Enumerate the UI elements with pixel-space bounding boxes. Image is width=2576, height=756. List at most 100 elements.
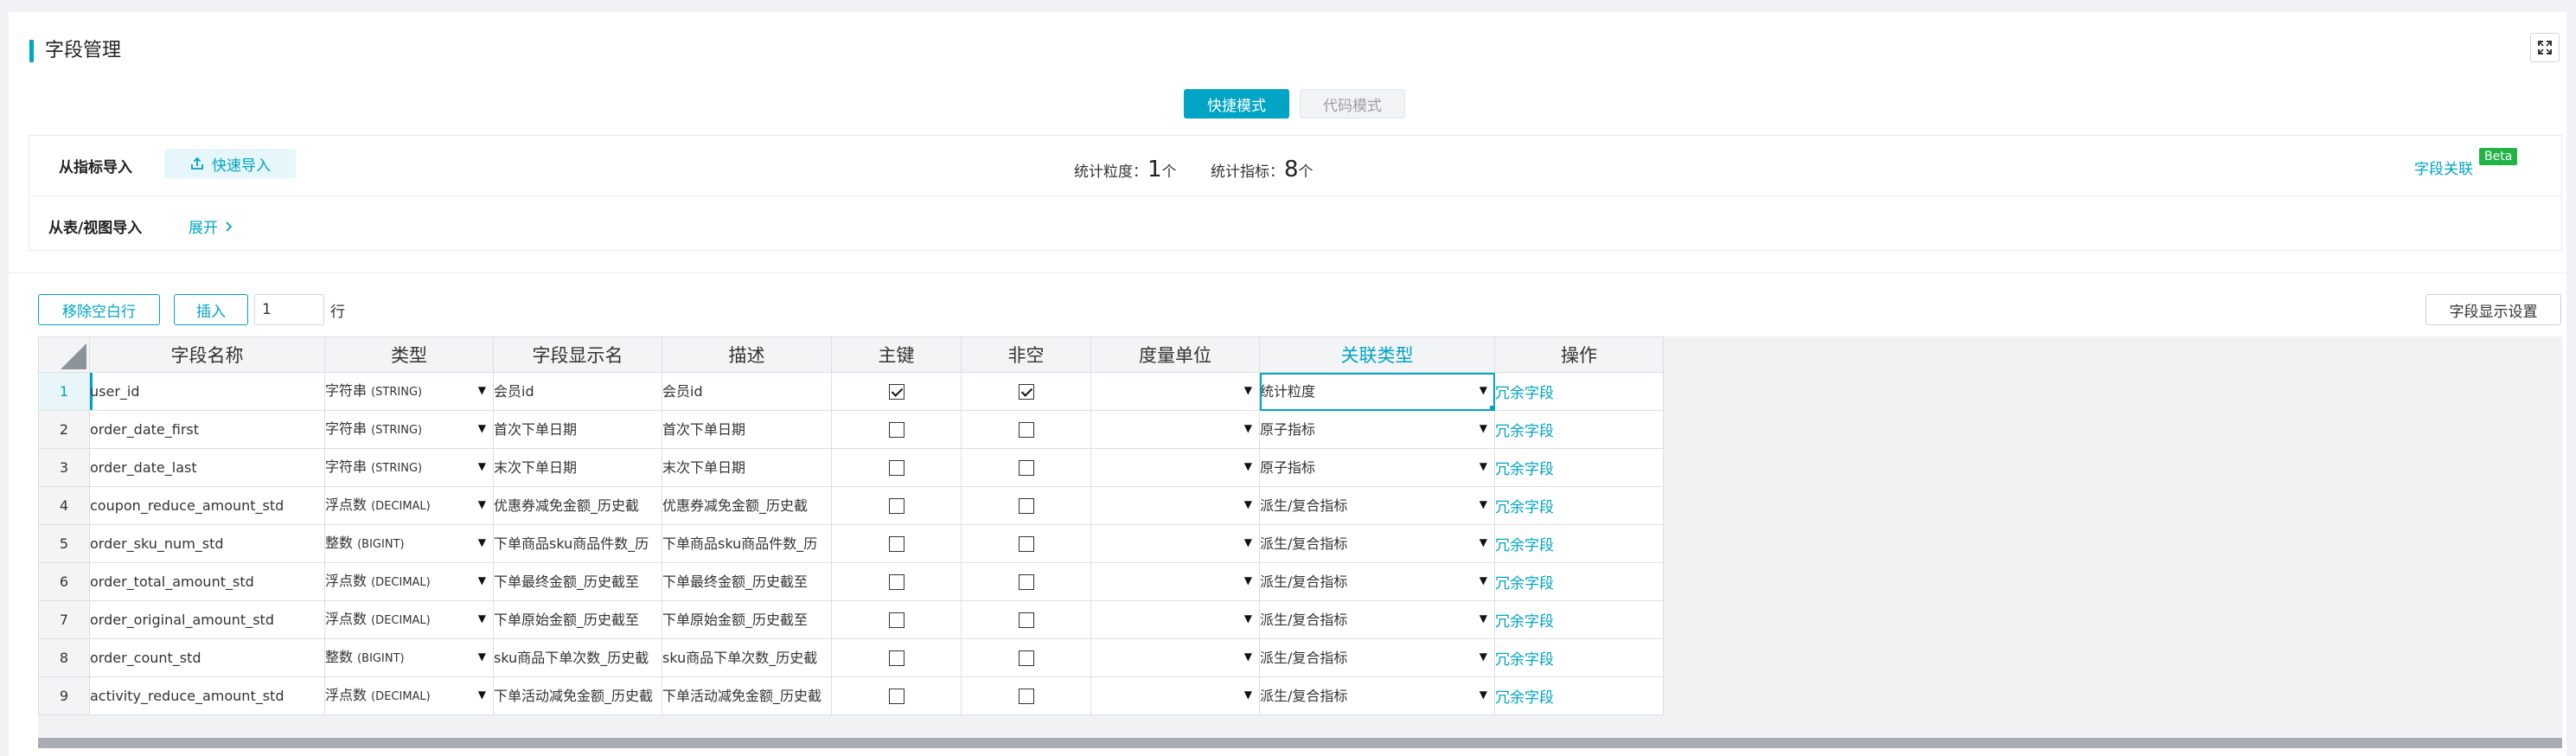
not-null-checkbox[interactable] <box>1018 689 1034 705</box>
remove-empty-rows-button[interactable]: 移除空白行 <box>38 294 160 325</box>
not-null-checkbox[interactable] <box>1018 384 1034 400</box>
display-name-cell[interactable]: 优惠券减免金额_历史截 <box>493 486 662 525</box>
row-number[interactable]: 4 <box>38 486 90 525</box>
column-header-active[interactable]: 关联类型 <box>1259 336 1495 373</box>
expand-link[interactable]: 展开 <box>189 215 233 237</box>
column-header[interactable]: 非空 <box>961 336 1091 373</box>
redundant-field-link[interactable]: 冗余字段 <box>1496 651 1555 669</box>
field-relation-link[interactable]: 字段关联 <box>2414 157 2473 178</box>
unit-select[interactable]: ▼ <box>1090 562 1260 601</box>
relation-type-select[interactable]: 派生/复合指标 ▼ <box>1259 486 1495 525</box>
primary-key-checkbox[interactable] <box>888 384 904 400</box>
description-cell[interactable]: 下单原始金额_历史截至 <box>662 600 832 639</box>
not-null-checkbox[interactable] <box>1018 650 1034 667</box>
primary-key-checkbox[interactable] <box>888 689 904 705</box>
description-cell[interactable]: 下单活动减免金额_历史截 <box>662 676 832 715</box>
relation-type-select[interactable]: 派生/复合指标 ▼ <box>1259 638 1495 677</box>
display-name-cell[interactable]: 下单最终金额_历史截至 <box>493 562 662 601</box>
column-header[interactable]: 字段显示名 <box>493 336 662 373</box>
column-header[interactable]: 类型 <box>324 336 494 373</box>
redundant-field-link[interactable]: 冗余字段 <box>1496 423 1555 440</box>
relation-type-select[interactable]: 统计粒度 ▼ <box>1259 372 1495 411</box>
table-row[interactable]: 8 order_count_std 整数 (BIGINT) ▼ sku商品下单次数_历史… <box>38 638 1664 677</box>
table-row[interactable]: 6 order_total_amount_std 浮点数 (DECIMAL) ▼ 下单最… <box>38 562 1664 601</box>
not-null-checkbox[interactable] <box>1018 498 1034 515</box>
unit-select[interactable]: ▼ <box>1090 448 1260 487</box>
type-select[interactable]: 字符串 (STRING) ▼ <box>324 448 494 487</box>
field-name-cell[interactable]: order_original_amount_std <box>89 600 325 639</box>
table-row[interactable]: 3 order_date_last 字符串 (STRING) ▼ 末次下单日期 末次下单日… <box>38 448 1664 487</box>
relation-type-select[interactable]: 派生/复合指标 ▼ <box>1259 524 1495 563</box>
type-select[interactable]: 浮点数 (DECIMAL) ▼ <box>324 486 494 525</box>
display-name-cell[interactable]: 下单商品sku商品件数_历 <box>493 524 662 563</box>
field-display-settings-button[interactable]: 字段显示设置 <box>2426 294 2561 325</box>
field-name-cell[interactable]: order_sku_num_std <box>89 524 325 563</box>
column-header[interactable]: 操作 <box>1494 336 1664 373</box>
description-cell[interactable]: 下单最终金额_历史截至 <box>662 562 832 601</box>
field-name-cell[interactable]: coupon_reduce_amount_std <box>89 486 325 525</box>
insert-count-input[interactable] <box>254 294 324 325</box>
display-name-cell[interactable]: 末次下单日期 <box>493 448 662 487</box>
redundant-field-link[interactable]: 冗余字段 <box>1496 689 1555 707</box>
display-name-cell[interactable]: 首次下单日期 <box>493 410 662 449</box>
redundant-field-link[interactable]: 冗余字段 <box>1496 385 1555 402</box>
unit-select[interactable]: ▼ <box>1090 486 1260 525</box>
insert-button[interactable]: 插入 <box>174 294 248 325</box>
primary-key-checkbox[interactable] <box>888 422 904 439</box>
redundant-field-link[interactable]: 冗余字段 <box>1496 499 1555 516</box>
relation-type-select[interactable]: 原子指标 ▼ <box>1259 448 1495 487</box>
not-null-checkbox[interactable] <box>1018 574 1034 591</box>
column-header[interactable]: 度量单位 <box>1090 336 1260 373</box>
field-name-cell[interactable]: user_id <box>89 372 325 411</box>
table-row[interactable]: 9 activity_reduce_amount_std 浮点数 (DECIMAL)… <box>38 676 1664 715</box>
select-all-corner[interactable] <box>38 336 90 373</box>
field-name-cell[interactable]: order_total_amount_std <box>89 562 325 601</box>
redundant-field-link[interactable]: 冗余字段 <box>1496 461 1555 478</box>
column-header[interactable]: 主键 <box>831 336 962 373</box>
column-header[interactable]: 描述 <box>662 336 832 373</box>
table-row[interactable]: 4 coupon_reduce_amount_std 浮点数 (DECIMAL) ▼ 优… <box>38 486 1664 525</box>
display-name-cell[interactable]: sku商品下单次数_历史截 <box>493 638 662 677</box>
unit-select[interactable]: ▼ <box>1090 600 1260 639</box>
table-row[interactable]: 2 order_date_first 字符串 (STRING) ▼ 首次下单日期 首次下单… <box>38 410 1664 449</box>
description-cell[interactable]: 首次下单日期 <box>662 410 832 449</box>
row-number[interactable]: 2 <box>38 410 90 449</box>
row-number[interactable]: 1 <box>38 372 90 411</box>
table-row[interactable]: 7 order_original_amount_std 浮点数 (DECIMAL) ▼… <box>38 600 1664 639</box>
description-cell[interactable]: 优惠券减免金额_历史截 <box>662 486 832 525</box>
type-select[interactable]: 整数 (BIGINT) ▼ <box>324 524 494 563</box>
row-number[interactable]: 5 <box>38 524 90 563</box>
display-name-cell[interactable]: 下单活动减免金额_历史截 <box>493 676 662 715</box>
code-mode-button[interactable]: 代码模式 <box>1300 89 1405 119</box>
row-number[interactable]: 9 <box>38 676 90 715</box>
description-cell[interactable]: 末次下单日期 <box>662 448 832 487</box>
row-number[interactable]: 7 <box>38 600 90 639</box>
not-null-checkbox[interactable] <box>1018 536 1034 553</box>
redundant-field-link[interactable]: 冗余字段 <box>1496 575 1555 593</box>
display-name-cell[interactable]: 下单原始金额_历史截至 <box>493 600 662 639</box>
field-name-cell[interactable]: order_count_std <box>89 638 325 677</box>
field-name-cell[interactable]: order_date_first <box>89 410 325 449</box>
primary-key-checkbox[interactable] <box>888 650 904 667</box>
primary-key-checkbox[interactable] <box>888 460 904 477</box>
primary-key-checkbox[interactable] <box>888 536 904 553</box>
row-number[interactable]: 8 <box>38 638 90 677</box>
type-select[interactable]: 浮点数 (DECIMAL) ▼ <box>324 562 494 601</box>
not-null-checkbox[interactable] <box>1018 612 1034 629</box>
unit-select[interactable]: ▼ <box>1090 638 1260 677</box>
type-select[interactable]: 整数 (BIGINT) ▼ <box>324 638 494 677</box>
relation-type-select[interactable]: 派生/复合指标 ▼ <box>1259 676 1495 715</box>
redundant-field-link[interactable]: 冗余字段 <box>1496 537 1555 554</box>
table-row[interactable]: 1 user_id 字符串 (STRING) ▼ 会员id 会员id ▼ 统计粒度 ▼ 冗余字段 <box>38 372 1664 411</box>
table-row[interactable]: 5 order_sku_num_std 整数 (BIGINT) ▼ 下单商品sku商品件… <box>38 524 1664 563</box>
not-null-checkbox[interactable] <box>1018 460 1034 477</box>
field-name-cell[interactable]: activity_reduce_amount_std <box>89 676 325 715</box>
primary-key-checkbox[interactable] <box>888 574 904 591</box>
type-select[interactable]: 字符串 (STRING) ▼ <box>324 372 494 411</box>
quick-import-button[interactable]: 快速导入 <box>164 149 296 178</box>
unit-select[interactable]: ▼ <box>1090 524 1260 563</box>
row-number[interactable]: 6 <box>38 562 90 601</box>
description-cell[interactable]: 下单商品sku商品件数_历 <box>662 524 832 563</box>
row-number[interactable]: 3 <box>38 448 90 487</box>
unit-select[interactable]: ▼ <box>1090 410 1260 449</box>
